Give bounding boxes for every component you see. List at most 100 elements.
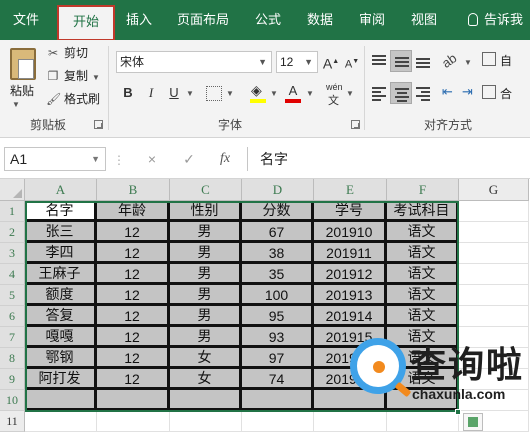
cell-b9[interactable]: 12 [97,369,170,390]
cell-b7[interactable]: 12 [97,327,170,348]
tab-file[interactable]: 文件 [0,0,52,40]
cell-d9[interactable]: 74 [242,369,314,390]
column-header-f[interactable]: F [387,179,459,201]
paste-button[interactable]: 粘贴 [10,82,34,99]
enter-icon[interactable]: ✓ [178,147,200,171]
column-header-d[interactable]: D [242,179,314,201]
cell-e2[interactable]: 201910 [314,222,387,243]
cell-c7[interactable]: 男 [170,327,242,348]
cell-b4[interactable]: 12 [97,264,170,285]
name-box[interactable]: A1 ▼ [4,147,106,171]
cell-a5[interactable]: 额度 [25,285,97,306]
cell-b10[interactable] [97,390,170,411]
column-header-e[interactable]: E [314,179,387,201]
paste-dropdown-icon[interactable]: ▼ [12,100,20,109]
cell-e6[interactable]: 201914 [314,306,387,327]
cell-d5[interactable]: 100 [242,285,314,306]
cancel-icon[interactable]: × [141,147,163,171]
merge-center-icon[interactable] [482,85,496,99]
orientation-icon[interactable]: ab [439,50,459,71]
align-middle-button[interactable] [390,50,412,72]
row-header-4[interactable]: 4 [0,264,25,285]
cell-f1[interactable]: 考试科目 [387,201,459,222]
quick-analysis-icon[interactable] [463,413,483,431]
cell-e4[interactable]: 201912 [314,264,387,285]
cell-d2[interactable]: 67 [242,222,314,243]
cell-b5[interactable]: 12 [97,285,170,306]
row-header-7[interactable]: 7 [0,327,25,348]
phonetic-dropdown-icon[interactable]: ▼ [346,89,354,98]
row-header-11[interactable]: 11 [0,411,25,432]
cell-f6[interactable]: 语文 [387,306,459,327]
cell-f4[interactable]: 语文 [387,264,459,285]
row-header-6[interactable]: 6 [0,306,25,327]
paste-icon[interactable] [10,48,36,80]
row-header-1[interactable]: 1 [0,201,25,222]
empty-cell[interactable] [97,411,170,432]
cell-b3[interactable]: 12 [97,243,170,264]
cell-c8[interactable]: 女 [170,348,242,369]
empty-cell[interactable] [459,243,529,264]
cell-c10[interactable] [170,390,242,411]
fill-color-icon[interactable]: ◈ [251,82,262,99]
cell-a3[interactable]: 李四 [25,243,97,264]
cell-b2[interactable]: 12 [97,222,170,243]
align-bottom-button[interactable] [412,50,434,72]
align-center-button[interactable] [390,82,412,104]
cell-d8[interactable]: 97 [242,348,314,369]
decrease-indent-icon[interactable]: ⇤ [442,84,453,100]
wrap-text-icon[interactable] [482,52,496,66]
column-header-c[interactable]: C [170,179,242,201]
cell-f2[interactable]: 语文 [387,222,459,243]
cell-d3[interactable]: 38 [242,243,314,264]
align-right-button[interactable] [412,82,434,104]
borders-icon[interactable] [206,86,222,101]
font-launcher-icon[interactable] [351,120,360,129]
cell-c9[interactable]: 女 [170,369,242,390]
tab-page-layout[interactable]: 页面布局 [166,0,240,40]
tab-review[interactable]: 审阅 [348,0,396,40]
tab-insert[interactable]: 插入 [114,0,164,40]
cell-a4[interactable]: 王麻子 [25,264,97,285]
increase-indent-icon[interactable]: ⇥ [462,84,473,100]
font-name-combo[interactable]: 宋体 ▼ [116,51,272,73]
font-color-button[interactable]: A [283,81,303,101]
cell-b1[interactable]: 年龄 [97,201,170,222]
underline-button[interactable]: U [164,83,184,103]
column-header-g[interactable]: G [459,179,529,201]
row-header-8[interactable]: 8 [0,348,25,369]
underline-dropdown-icon[interactable]: ▼ [186,89,194,98]
empty-cell[interactable] [170,411,242,432]
tab-formulas[interactable]: 公式 [244,0,292,40]
cell-e5[interactable]: 201913 [314,285,387,306]
cell-c2[interactable]: 男 [170,222,242,243]
cell-c4[interactable]: 男 [170,264,242,285]
cell-a6[interactable]: 答复 [25,306,97,327]
tell-me-search[interactable]: 告诉我 [468,0,523,40]
cell-d10[interactable] [242,390,314,411]
format-painter-button[interactable]: 🖌 格式刷 [46,90,100,108]
cell-d7[interactable]: 93 [242,327,314,348]
align-left-button[interactable] [368,82,390,104]
cell-a10[interactable] [25,390,97,411]
clipboard-launcher-icon[interactable] [94,120,103,129]
cell-a7[interactable]: 嘎嘎 [25,327,97,348]
cell-a2[interactable]: 张三 [25,222,97,243]
cell-a9[interactable]: 阿打发 [25,369,97,390]
phonetic-guide-button[interactable]: wén [326,82,343,92]
italic-button[interactable]: I [141,83,161,103]
cell-a1[interactable]: 名字 [25,201,97,222]
orientation-dropdown-icon[interactable]: ▼ [464,58,472,67]
bold-button[interactable]: B [118,83,138,103]
row-header-2[interactable]: 2 [0,222,25,243]
formula-input[interactable]: 名字 [247,147,530,171]
select-all-corner[interactable] [0,179,25,201]
align-top-button[interactable] [368,50,390,72]
grow-font-button[interactable]: A▲ [321,52,341,72]
cell-e3[interactable]: 201911 [314,243,387,264]
font-size-combo[interactable]: 12 ▼ [276,51,318,73]
tab-view[interactable]: 视图 [400,0,448,40]
column-header-b[interactable]: B [97,179,170,201]
borders-dropdown-icon[interactable]: ▼ [226,89,234,98]
cell-d4[interactable]: 35 [242,264,314,285]
